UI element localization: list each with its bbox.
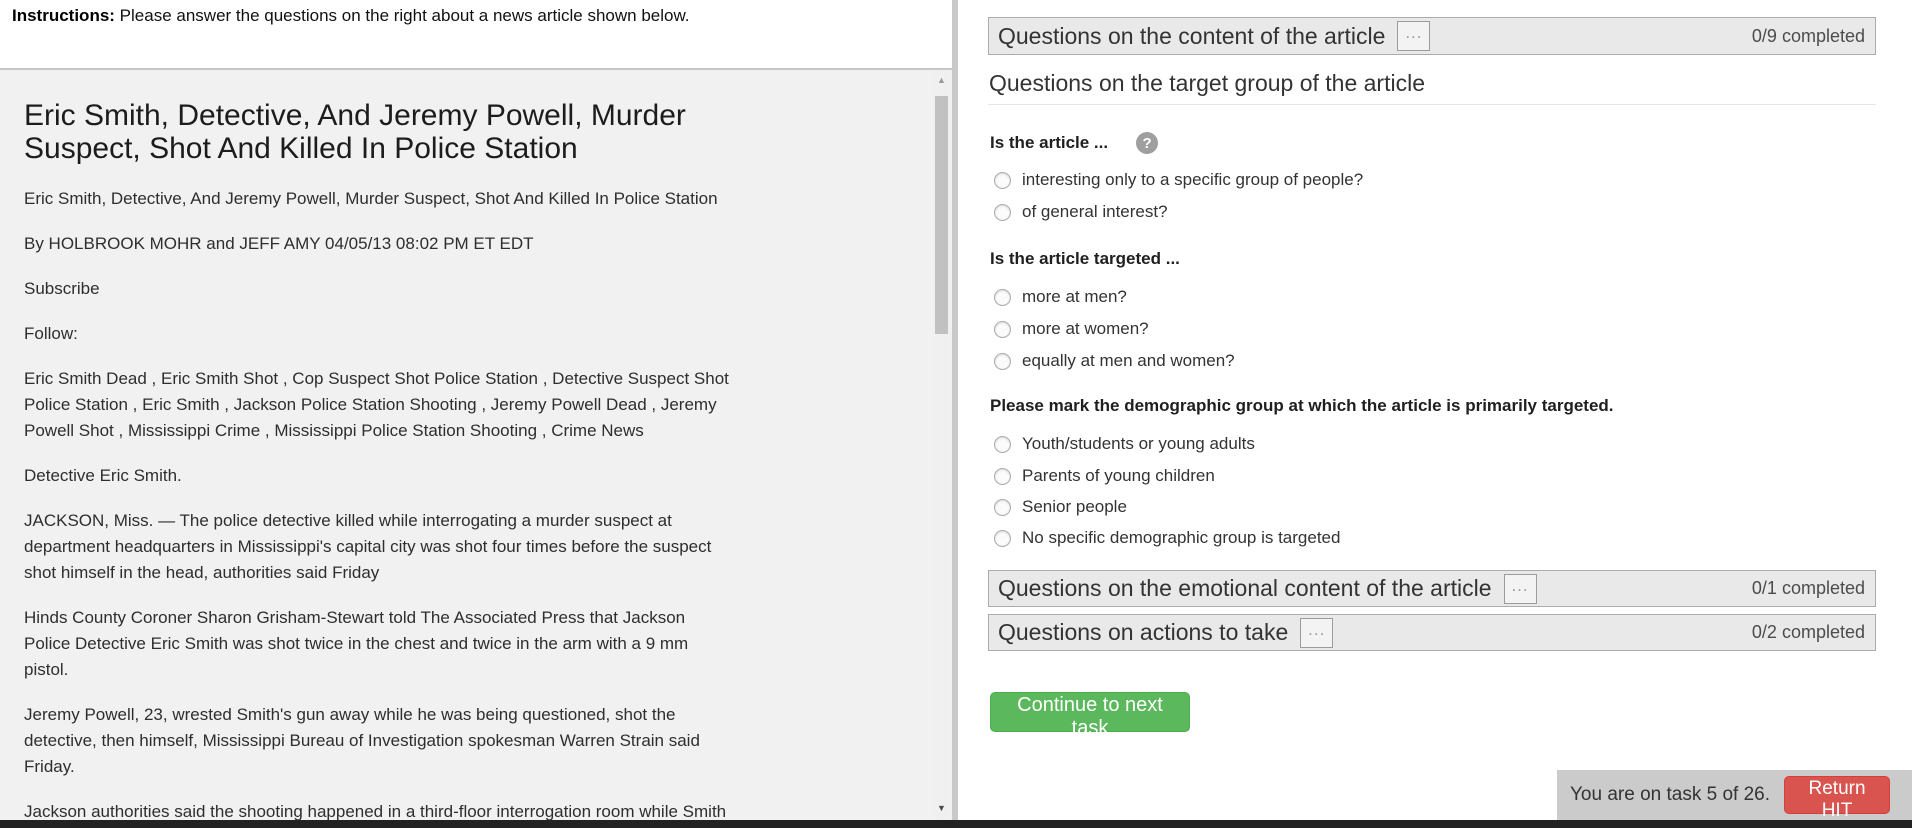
scrollbar-thumb[interactable] xyxy=(935,96,948,334)
radio-label: Senior people xyxy=(1022,497,1127,517)
section-toggle-button[interactable]: ... xyxy=(1504,574,1537,604)
radio-button[interactable] xyxy=(994,321,1011,338)
article-paragraph: JACKSON, Miss. — The police detective ki… xyxy=(24,508,734,586)
radio-label: Youth/students or young adults xyxy=(1022,434,1255,454)
scroll-up-icon[interactable]: ▲ xyxy=(933,72,950,88)
radio-option[interactable]: Youth/students or young adults xyxy=(994,433,1255,455)
article-tags: Eric Smith Dead , Eric Smith Shot , Cop … xyxy=(24,366,734,444)
section-title: Questions on the emotional content of th… xyxy=(998,575,1492,602)
task-page: Instructions: Please answer the question… xyxy=(0,0,1912,828)
article-subscribe: Subscribe xyxy=(24,276,734,302)
scroll-down-icon[interactable]: ▼ xyxy=(933,800,950,816)
radio-option[interactable]: Parents of young children xyxy=(994,465,1215,487)
article-paragraph: Jeremy Powell, 23, wrested Smith's gun a… xyxy=(24,702,734,780)
section-toggle-button[interactable]: ... xyxy=(1397,21,1430,51)
article-paragraph: Hinds County Coroner Sharon Grisham-Stew… xyxy=(24,605,734,683)
article-content: Eric Smith, Detective, And Jeremy Powell… xyxy=(0,70,734,820)
question-prompt: Is the article ... ? xyxy=(990,132,1158,154)
radio-button[interactable] xyxy=(994,530,1011,547)
article-subtitle: Eric Smith, Detective, And Jeremy Powell… xyxy=(24,186,734,212)
article-panel[interactable]: Eric Smith, Detective, And Jeremy Powell… xyxy=(0,70,952,820)
section-status: 0/2 completed xyxy=(1752,622,1865,643)
radio-option[interactable]: more at men? xyxy=(994,286,1127,308)
radio-label: No specific demographic group is targete… xyxy=(1022,528,1340,548)
article-title: Eric Smith, Detective, And Jeremy Powell… xyxy=(24,99,724,165)
radio-option[interactable]: Senior people xyxy=(994,496,1127,518)
radio-button[interactable] xyxy=(994,436,1011,453)
section-title: Questions on the content of the article xyxy=(998,23,1385,50)
section-status: 0/1 completed xyxy=(1752,578,1865,599)
section-status: 0/9 completed xyxy=(1752,26,1865,47)
section-title: Questions on actions to take xyxy=(998,619,1288,646)
radio-option[interactable]: No specific demographic group is targete… xyxy=(994,527,1340,549)
article-photo-caption: Detective Eric Smith. xyxy=(24,463,734,489)
article-follow: Follow: xyxy=(24,321,734,347)
radio-button[interactable] xyxy=(994,353,1011,370)
radio-option[interactable]: of general interest? xyxy=(994,201,1168,223)
help-icon[interactable]: ? xyxy=(1136,132,1158,154)
task-status-text: You are on task 5 of 26. xyxy=(1570,784,1770,806)
radio-option[interactable]: equally at men and women? xyxy=(994,350,1235,372)
radio-button[interactable] xyxy=(994,172,1011,189)
task-status-bar: You are on task 5 of 26. Return HIT xyxy=(1557,770,1912,820)
section-divider xyxy=(988,104,1876,105)
question-prompt: Is the article targeted ... xyxy=(990,249,1180,269)
instructions-label: Instructions: xyxy=(12,6,115,25)
article-scrollbar[interactable]: ▲ ▼ xyxy=(933,70,950,820)
article-paragraph: Jackson authorities said the shooting ha… xyxy=(24,799,734,820)
section-title-target-group: Questions on the target group of the art… xyxy=(989,70,1425,97)
article-byline: By HOLBROOK MOHR and JEFF AMY 04/05/13 0… xyxy=(24,231,734,257)
bottom-bar xyxy=(0,820,1912,828)
radio-button[interactable] xyxy=(994,289,1011,306)
return-hit-button[interactable]: Return HIT xyxy=(1784,776,1890,814)
section-toggle-button[interactable]: ... xyxy=(1300,618,1333,648)
question-prompt: Please mark the demographic group at whi… xyxy=(990,396,1614,416)
radio-label: of general interest? xyxy=(1022,202,1168,222)
radio-label: more at men? xyxy=(1022,287,1127,307)
radio-option[interactable]: more at women? xyxy=(994,318,1149,340)
section-header-content[interactable]: Questions on the content of the article … xyxy=(988,17,1876,55)
radio-option[interactable]: interesting only to a specific group of … xyxy=(994,169,1363,191)
section-header-emotional[interactable]: Questions on the emotional content of th… xyxy=(988,570,1876,607)
radio-label: equally at men and women? xyxy=(1022,351,1235,371)
radio-label: more at women? xyxy=(1022,319,1149,339)
radio-button[interactable] xyxy=(994,468,1011,485)
radio-label: Parents of young children xyxy=(1022,466,1215,486)
question-prompt-text: Is the article ... xyxy=(990,133,1108,153)
continue-button[interactable]: Continue to next task xyxy=(990,692,1190,732)
radio-button[interactable] xyxy=(994,499,1011,516)
question-prompt-text: Is the article targeted ... xyxy=(990,249,1180,269)
question-prompt-text: Please mark the demographic group at whi… xyxy=(990,396,1614,416)
section-header-actions[interactable]: Questions on actions to take ... 0/2 com… xyxy=(988,614,1876,651)
instructions-banner: Instructions: Please answer the question… xyxy=(0,0,952,70)
questions-panel: Questions on the content of the article … xyxy=(958,0,1912,820)
radio-button[interactable] xyxy=(994,204,1011,221)
radio-label: interesting only to a specific group of … xyxy=(1022,170,1363,190)
instructions-text: Please answer the questions on the right… xyxy=(115,6,690,25)
